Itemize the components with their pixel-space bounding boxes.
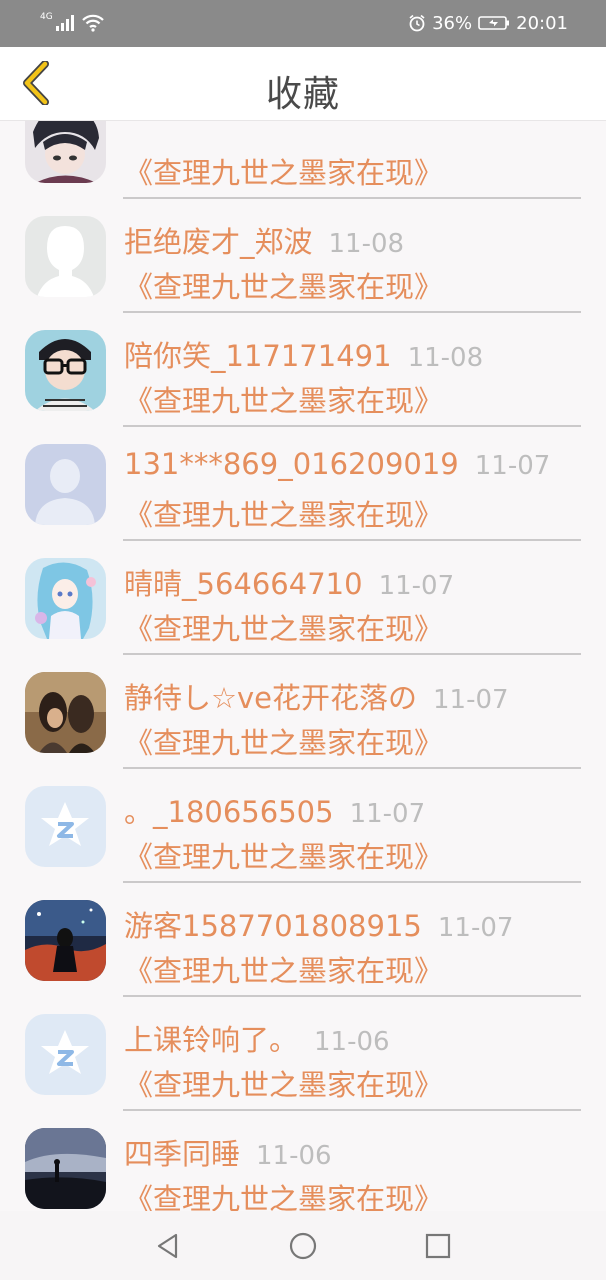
user-avatar (25, 444, 106, 525)
item-header: 131***869_016209019 11-07 (124, 447, 550, 481)
alarm-icon (409, 14, 425, 32)
app-header: 收藏 (0, 47, 606, 121)
item-header: 四季同睡 11-06 (124, 1131, 332, 1173)
list-item[interactable]: 。_180656505 11-07 《查理九世之墨家在现》 (0, 754, 606, 883)
user-avatar (25, 672, 106, 753)
item-header (124, 121, 140, 139)
user-name: 上课铃响了。 (124, 1023, 299, 1057)
list-item[interactable]: 拒绝废才_郑波 11-08 《查理九世之墨家在现》 (0, 184, 606, 313)
user-avatar (25, 1014, 106, 1095)
user-avatar (25, 786, 106, 867)
item-header: 静待し☆ve花开花落の 11-07 (124, 675, 509, 717)
item-header: 游客1587701808915 11-07 (124, 903, 513, 945)
list-item[interactable]: 131***869_016209019 11-07 《查理九世之墨家在现》 (0, 412, 606, 541)
circle-home-icon (289, 1232, 317, 1260)
item-header: 。_180656505 11-07 (124, 789, 425, 831)
user-name: 131***869_016209019 (124, 447, 459, 481)
user-name: 拒绝废才_郑波 (124, 225, 313, 259)
user-name: 陪你笑_117171491 (124, 339, 392, 373)
item-date: 11-08 (407, 343, 484, 373)
item-header: 拒绝废才_郑波 11-08 (124, 219, 404, 261)
list-item[interactable]: 游客1587701808915 11-07 《查理九世之墨家在现》 (0, 868, 606, 997)
user-name: 游客1587701808915 (124, 909, 422, 943)
item-date: 11-06 (314, 1027, 390, 1057)
user-avatar (25, 330, 106, 411)
wifi-icon (81, 14, 104, 32)
item-date: 11-07 (433, 685, 509, 715)
system-nav-bar (0, 1211, 606, 1280)
signal-icon (55, 15, 74, 31)
item-date: 11-07 (437, 913, 514, 943)
user-avatar (25, 216, 106, 297)
triangle-back-icon (157, 1233, 178, 1259)
list-item[interactable]: 《查理九世之墨家在现》 (0, 121, 606, 199)
list-item[interactable]: 四季同睡 11-06 《查理九世之墨家在现》 (0, 1096, 606, 1211)
user-avatar (25, 900, 106, 981)
list-item[interactable]: 陪你笑_117171491 11-08 《查理九世之墨家在现》 (0, 298, 606, 427)
nav-back-button[interactable] (150, 1228, 186, 1264)
book-title[interactable]: 《查理九世之墨家在现》 (124, 1176, 443, 1211)
battery-percent: 36% (432, 12, 473, 34)
favorites-list[interactable]: 《查理九世之墨家在现》 拒绝废才_郑波 11-08 《查理九世之墨家在现》 陪你… (0, 121, 606, 1211)
item-header: 陪你笑_117171491 11-08 (124, 333, 483, 375)
item-header: 上课铃响了。 11-06 (124, 1017, 390, 1059)
list-item[interactable]: 静待し☆ve花开花落の 11-07 《查理九世之墨家在现》 (0, 640, 606, 769)
status-bar: 4G 36% 20:01 (0, 0, 606, 47)
list-item[interactable]: 上课铃响了。 11-06 《查理九世之墨家在现》 (0, 982, 606, 1111)
square-recents-icon (425, 1233, 451, 1259)
user-name: 四季同睡 (124, 1137, 241, 1171)
network-type: 4G (40, 12, 53, 22)
item-date: 11-06 (256, 1141, 332, 1171)
clock: 20:01 (516, 12, 568, 34)
nav-recents-button[interactable] (420, 1228, 456, 1264)
nav-home-button[interactable] (285, 1228, 321, 1264)
item-date: 11-08 (328, 229, 405, 259)
user-name: 静待し☆ve花开花落の (124, 681, 418, 715)
status-right: 36% 20:01 (408, 12, 568, 34)
user-avatar (25, 121, 106, 183)
user-name: 。_180656505 (124, 795, 334, 829)
status-left: 4G (40, 12, 105, 34)
battery-icon (478, 16, 510, 30)
item-date: 11-07 (349, 799, 426, 829)
item-date: 11-07 (474, 451, 551, 481)
item-date: 11-07 (378, 571, 455, 601)
user-name: 晴晴_564664710 (124, 567, 363, 601)
list-item[interactable]: 晴晴_564664710 11-07 《查理九世之墨家在现》 (0, 526, 606, 655)
page-title: 收藏 (265, 74, 340, 115)
item-header: 晴晴_564664710 11-07 (124, 561, 454, 603)
user-avatar (25, 558, 106, 639)
user-avatar (25, 1128, 106, 1209)
